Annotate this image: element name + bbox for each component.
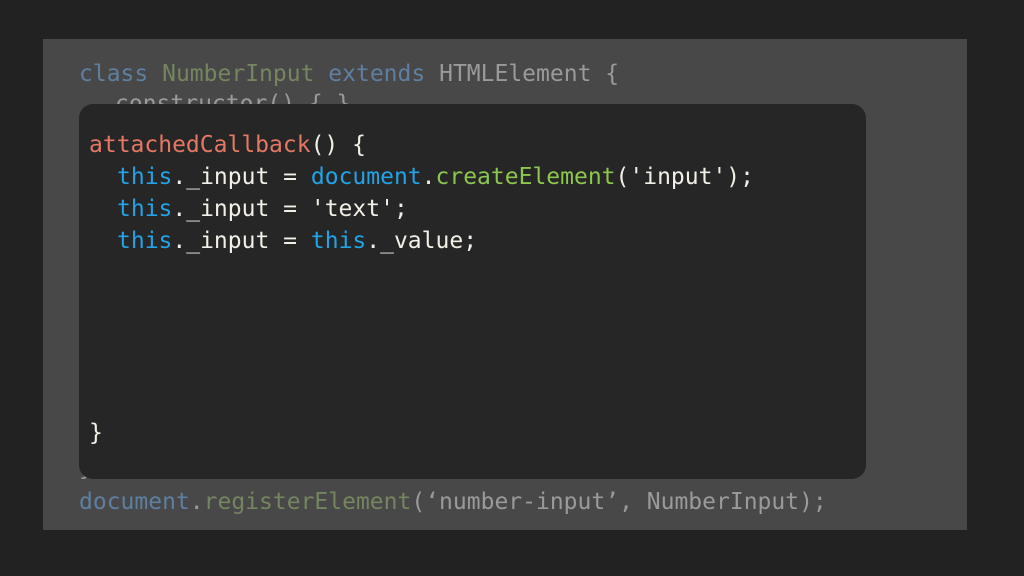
- value-reference: ._value;: [366, 228, 478, 254]
- this-keyword: this: [117, 228, 173, 254]
- bg-code-line-register: document.registerElement(‘number-input’,…: [79, 486, 827, 518]
- fg-code-line-create-input: this._input = document.createElement('in…: [117, 161, 754, 193]
- fg-code-line-closing-brace: }: [89, 417, 103, 449]
- dot-operator: .: [421, 164, 436, 190]
- method-closing-brace: }: [89, 420, 103, 446]
- extends-keyword: extends: [328, 61, 426, 87]
- method-name: attachedCallback: [89, 132, 311, 158]
- input-assign: ._input =: [172, 164, 311, 190]
- create-element-function: createElement: [435, 164, 616, 190]
- create-element-args: ('input');: [615, 164, 755, 190]
- fg-code-line-set-type: this._input = 'text';: [117, 193, 408, 225]
- register-args: (‘number-input’, NumberInput);: [411, 489, 827, 515]
- base-class: HTMLElement {: [439, 61, 620, 87]
- fg-code-line-method: attachedCallback() {: [89, 129, 366, 161]
- document-object: document: [310, 164, 422, 190]
- this-keyword: this: [310, 228, 367, 254]
- dot-operator: .: [189, 489, 204, 515]
- document-object: document: [79, 489, 190, 515]
- foreground-code-panel: attachedCallback() { this._input = docum…: [79, 104, 866, 479]
- this-keyword: this: [117, 164, 173, 190]
- bg-code-line-class: class NumberInput extends HTMLElement {: [79, 58, 619, 90]
- method-signature: () {: [310, 132, 366, 158]
- this-keyword: this: [117, 196, 173, 222]
- slide-canvas: class NumberInput extends HTMLElement { …: [0, 0, 1024, 576]
- input-assign: ._input =: [172, 228, 311, 254]
- register-element-function: registerElement: [203, 489, 412, 515]
- fg-code-line-set-value: this._input = this._value;: [117, 225, 477, 257]
- class-name: NumberInput: [162, 61, 315, 87]
- class-keyword: class: [79, 61, 149, 87]
- type-assign: ._input = 'text';: [172, 196, 408, 222]
